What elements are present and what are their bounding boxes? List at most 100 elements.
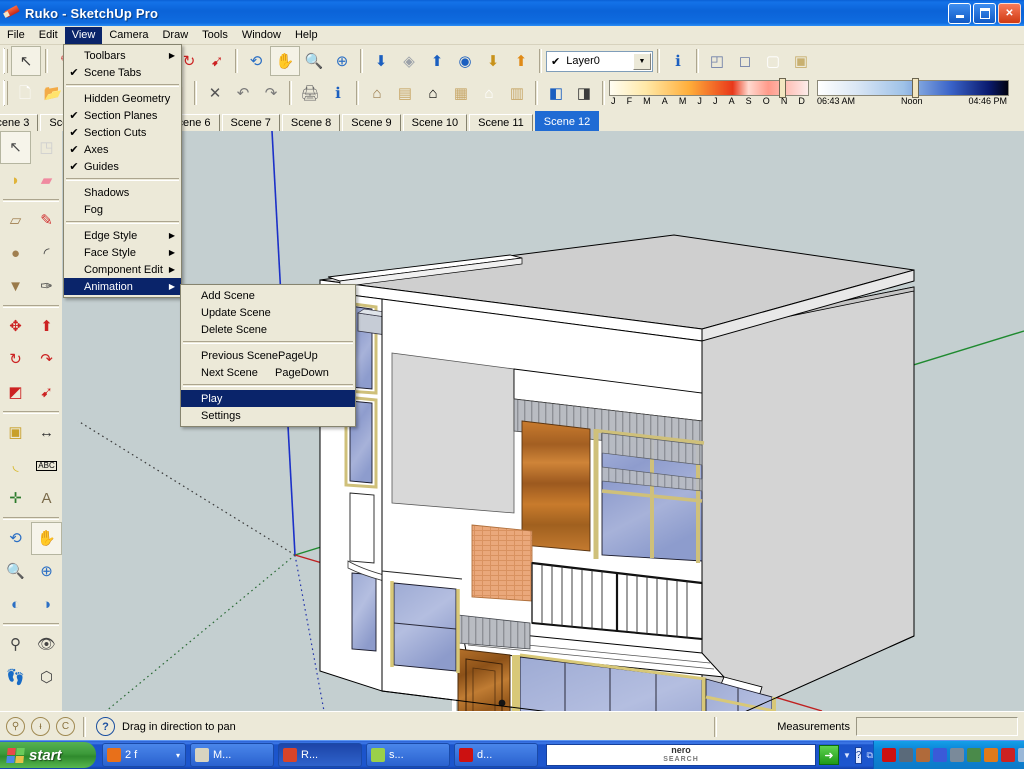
volume-tray-icon[interactable] — [949, 748, 964, 762]
shaded-view-button[interactable]: ▣ — [787, 47, 815, 75]
get-component-button[interactable]: ⬇ — [479, 47, 507, 75]
orbit-tool[interactable]: ⟲ — [0, 522, 31, 555]
menu-tools[interactable]: Tools — [195, 27, 235, 44]
tape-measure-tool[interactable]: ▣ — [0, 416, 31, 449]
zoom-tool[interactable]: 🔍 — [0, 555, 31, 588]
scene-tab-scene-12[interactable]: Scene 12 — [534, 111, 600, 131]
menu-help[interactable]: Help — [288, 27, 325, 44]
start-button[interactable]: start — [0, 742, 96, 768]
undo-button[interactable]: ↶ — [229, 79, 257, 107]
layer-manager-button[interactable]: ℹ — [664, 47, 692, 75]
back-camera-button[interactable]: ⌂ — [475, 79, 503, 107]
view-menu-item-edge-style[interactable]: Edge Style ▶ — [64, 227, 181, 244]
push-pull-tool[interactable]: ⬆ — [31, 310, 62, 343]
circle-tool[interactable]: ● — [0, 237, 31, 270]
shadow-time-slider[interactable]: 06:43 AM Noon 04:46 PM — [817, 78, 1009, 106]
view-menu-item-guides[interactable]: ✔ Guides — [64, 158, 181, 175]
nero-dropdown-icon[interactable]: ▼ — [843, 751, 851, 760]
pan-tool[interactable]: ✋ — [31, 522, 62, 555]
zoom-extents-tool[interactable]: ⊕ — [31, 555, 62, 588]
opera-tray-icon[interactable] — [881, 748, 896, 762]
follow-me-tool[interactable]: ↷ — [31, 343, 62, 376]
view-menu-item-shadows[interactable]: Shadows — [64, 184, 181, 201]
arc-tool[interactable]: ◜ — [31, 237, 62, 270]
measurements-input[interactable] — [856, 717, 1018, 736]
rotate-tool[interactable]: ↻ — [0, 343, 31, 376]
taskbar-item-m[interactable]: M... — [190, 743, 274, 767]
nero-search-toolbar[interactable]: nero SEARCH — [546, 744, 816, 766]
view-menu-item-section-planes[interactable]: ✔ Section Planes — [64, 107, 181, 124]
orbit-tool[interactable]: ⟲ — [242, 47, 270, 75]
zoom-extents-tool[interactable]: ⊕ — [328, 47, 356, 75]
view-menu-item-face-style[interactable]: Face Style ▶ — [64, 244, 181, 261]
view-menu-item-axes[interactable]: ✔ Axes — [64, 141, 181, 158]
follow-me-tool[interactable]: ➹ — [203, 47, 231, 75]
select-tool[interactable]: ↖ — [0, 131, 31, 164]
share-model-button[interactable]: ◈ — [395, 47, 423, 75]
menu-camera[interactable]: Camera — [102, 27, 155, 44]
shadow-settings-button[interactable]: ◨ — [570, 79, 598, 107]
maximize-button[interactable] — [973, 3, 996, 24]
layer-combo[interactable]: ✔ Layer0 ▼ — [546, 50, 653, 72]
zoom-tool[interactable]: 🔍 — [300, 47, 328, 75]
top-camera-button[interactable]: ▤ — [391, 79, 419, 107]
axes-tool[interactable]: ✛ — [0, 482, 31, 515]
menu-file[interactable]: File — [0, 27, 32, 44]
animation-menu-item-play[interactable]: Play — [181, 390, 355, 407]
front-camera-button[interactable]: ⌂ — [419, 79, 447, 107]
layer-dropdown-arrow[interactable]: ▼ — [633, 52, 651, 70]
protractor-tool[interactable]: ◟ — [0, 449, 31, 482]
select-arrow-tool[interactable]: ↖ — [11, 46, 41, 76]
scene-tab-scene-11[interactable]: Scene 11 — [469, 114, 533, 131]
view-menu-item-section-cuts[interactable]: ✔ Section Cuts — [64, 124, 181, 141]
redo-button[interactable]: ↷ — [257, 79, 285, 107]
view-menu-item-toolbars[interactable]: Toolbars ▶ — [64, 47, 181, 64]
hidden-line-view-button[interactable]: ▢ — [759, 47, 787, 75]
animation-menu-item-previous-scene[interactable]: Previous Scene PageUp — [181, 347, 355, 364]
line-tool[interactable]: ✎ — [31, 204, 62, 237]
tools-tray-icon[interactable] — [966, 748, 981, 762]
animation-menu-item-next-scene[interactable]: Next Scene PageDown — [181, 364, 355, 381]
right-camera-button[interactable]: ▦ — [447, 79, 475, 107]
view-menu-item-fog[interactable]: Fog — [64, 201, 181, 218]
rectangle-tool[interactable]: ▱ — [0, 204, 31, 237]
polygon-tool[interactable]: ▼ — [0, 270, 31, 303]
credits-icon[interactable]: C — [56, 717, 75, 736]
eraser-tool[interactable]: ▰ — [31, 164, 62, 197]
iso-view-button[interactable]: ◰ — [703, 47, 731, 75]
close-button[interactable]: ✕ — [998, 3, 1021, 24]
make-component-tool[interactable]: ◳ — [31, 131, 62, 164]
nero-help-icon[interactable]: ? — [854, 746, 863, 764]
network-tray-icon[interactable] — [898, 748, 913, 762]
taskbar-item-d[interactable]: d... — [454, 743, 538, 767]
wireframe-view-button[interactable]: ◻ — [731, 47, 759, 75]
upload-model-button[interactable]: ⬆ — [423, 47, 451, 75]
security-tray-icon[interactable] — [1000, 748, 1015, 762]
look-around-tool[interactable]: 👁 — [31, 628, 62, 661]
taskbar-item-r[interactable]: R... — [278, 743, 362, 767]
previous-view-tool[interactable]: ◐ — [0, 588, 31, 621]
get-photo-texture-button[interactable]: ◉ — [451, 47, 479, 75]
menu-window[interactable]: Window — [235, 27, 288, 44]
section-plane-tool[interactable]: ⬡ — [31, 661, 62, 694]
view-menu-item-component-edit[interactable]: Component Edit ▶ — [64, 261, 181, 278]
share-component-button[interactable]: ⬆ — [507, 47, 535, 75]
iso-camera-button[interactable]: ⌂ — [363, 79, 391, 107]
animation-menu-item-update-scene[interactable]: Update Scene — [181, 304, 355, 321]
help-icon[interactable]: ? — [96, 717, 115, 736]
minimize-button[interactable] — [948, 3, 971, 24]
update-tray-icon[interactable] — [1017, 748, 1024, 762]
get-models-button[interactable]: ⬇ — [367, 47, 395, 75]
freehand-tool[interactable]: ✑ — [31, 270, 62, 303]
3d-text-tool[interactable]: A — [31, 482, 62, 515]
menu-view[interactable]: View — [64, 26, 103, 44]
pan-tool[interactable]: ✋ — [270, 46, 300, 76]
dimension-tool[interactable]: ↔ — [31, 416, 62, 449]
offset-tool[interactable]: ➹ — [31, 376, 62, 409]
scene-tab-scene-8[interactable]: Scene 8 — [281, 114, 341, 131]
menu-edit[interactable]: Edit — [32, 27, 65, 44]
model-info-button[interactable]: ℹ — [324, 79, 352, 107]
scale-tool[interactable]: ◩ — [0, 376, 31, 409]
scene-tab-scene-7[interactable]: Scene 7 — [221, 114, 280, 131]
animation-menu-item-add-scene[interactable]: Add Scene — [181, 287, 355, 304]
